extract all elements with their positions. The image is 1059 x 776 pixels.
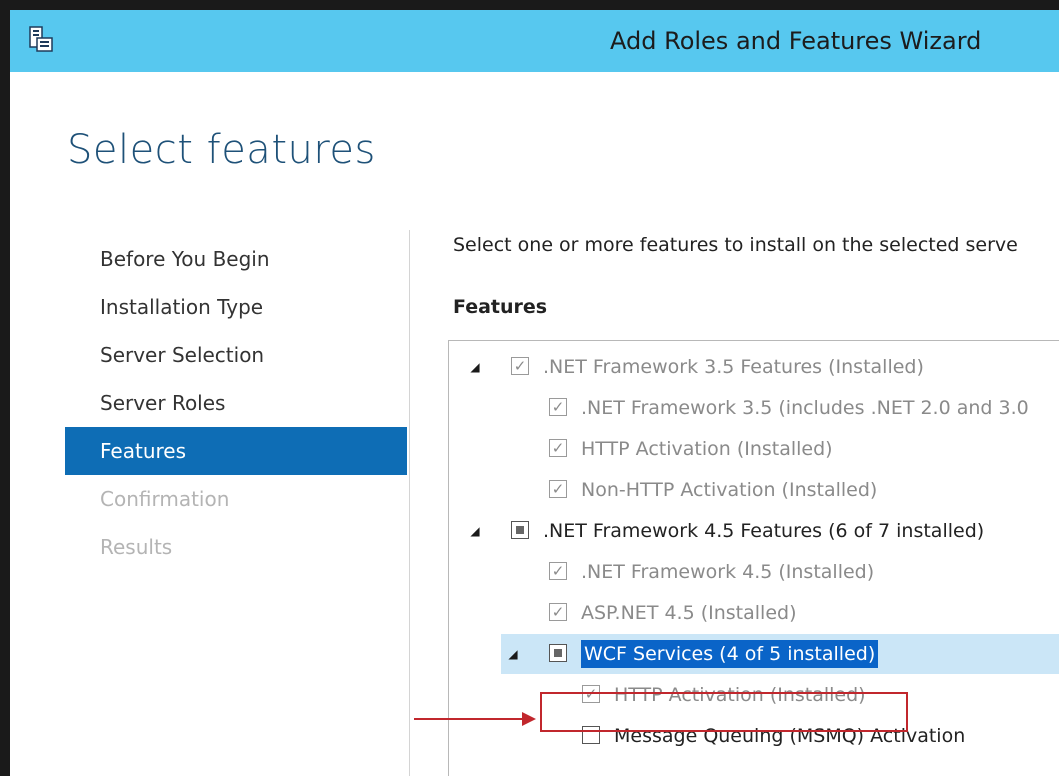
- annotation-arrow-line: [414, 718, 524, 720]
- nav-item-server-roles[interactable]: Server Roles: [65, 379, 407, 427]
- checkbox-net35-features[interactable]: ✓: [511, 357, 529, 375]
- tree-row-net35-features[interactable]: ◢ ✓ .NET Framework 3.5 Features (Install…: [449, 347, 1059, 387]
- nav-item-before-you-begin[interactable]: Before You Begin: [65, 235, 407, 283]
- checkbox-net35[interactable]: ✓: [549, 398, 567, 416]
- nav-divider: [409, 230, 410, 776]
- tree-label: Non-HTTP Activation (Installed): [581, 479, 878, 501]
- wizard-content: Select features Before You Begin Install…: [10, 72, 1059, 776]
- checkbox-wcf-services[interactable]: [549, 644, 567, 662]
- tree-row-net35[interactable]: ✓ .NET Framework 3.5 (includes .NET 2.0 …: [449, 388, 1059, 428]
- tree-label: ASP.NET 4.5 (Installed): [581, 602, 797, 624]
- nav-item-features[interactable]: Features: [65, 427, 407, 475]
- tree-row-wcf-services[interactable]: ◢ WCF Services (4 of 5 installed): [501, 634, 1059, 674]
- tree-label: .NET Framework 4.5 (Installed): [581, 561, 875, 583]
- tree-row-net45[interactable]: ✓ .NET Framework 4.5 (Installed): [449, 552, 1059, 592]
- tree-row-aspnet45[interactable]: ✓ ASP.NET 4.5 (Installed): [449, 593, 1059, 633]
- tree-label: .NET Framework 3.5 (includes .NET 2.0 an…: [581, 397, 1029, 419]
- instruction-text: Select one or more features to install o…: [453, 234, 1018, 256]
- checkbox-aspnet45[interactable]: ✓: [549, 603, 567, 621]
- tree-label: WCF Services (4 of 5 installed): [581, 640, 879, 668]
- features-heading: Features: [453, 296, 548, 318]
- wizard-app-icon: [29, 26, 53, 52]
- expander-icon[interactable]: ◢: [467, 347, 483, 387]
- tree-label: HTTP Activation (Installed): [581, 438, 833, 460]
- wizard-nav: Before You Begin Installation Type Serve…: [65, 235, 407, 571]
- expander-icon[interactable]: ◢: [505, 634, 521, 674]
- tree-label: .NET Framework 4.5 Features (6 of 7 inst…: [543, 520, 985, 542]
- checkbox-non-http-activation[interactable]: ✓: [549, 480, 567, 498]
- tree-label: .NET Framework 3.5 Features (Installed): [543, 356, 924, 378]
- tree-row-net45-features[interactable]: ◢ .NET Framework 4.5 Features (6 of 7 in…: [449, 511, 1059, 551]
- annotation-arrow-icon: [522, 712, 536, 726]
- checkbox-net35-http-activation[interactable]: ✓: [549, 439, 567, 457]
- checkbox-net45[interactable]: ✓: [549, 562, 567, 580]
- annotation-callout-box: [540, 692, 908, 732]
- checkbox-net45-features[interactable]: [511, 521, 529, 539]
- page-title: Select features: [67, 127, 376, 173]
- title-bar: Add Roles and Features Wizard: [10, 10, 1059, 72]
- nav-item-confirmation: Confirmation: [100, 487, 230, 511]
- tree-row-net35-http-activation[interactable]: ✓ HTTP Activation (Installed): [449, 429, 1059, 469]
- nav-item-installation-type[interactable]: Installation Type: [65, 283, 407, 331]
- expander-icon[interactable]: ◢: [467, 511, 483, 551]
- tree-row-non-http-activation[interactable]: ✓ Non-HTTP Activation (Installed): [449, 470, 1059, 510]
- nav-item-results: Results: [100, 535, 173, 559]
- window-title: Add Roles and Features Wizard: [610, 27, 982, 55]
- nav-item-server-selection[interactable]: Server Selection: [65, 331, 407, 379]
